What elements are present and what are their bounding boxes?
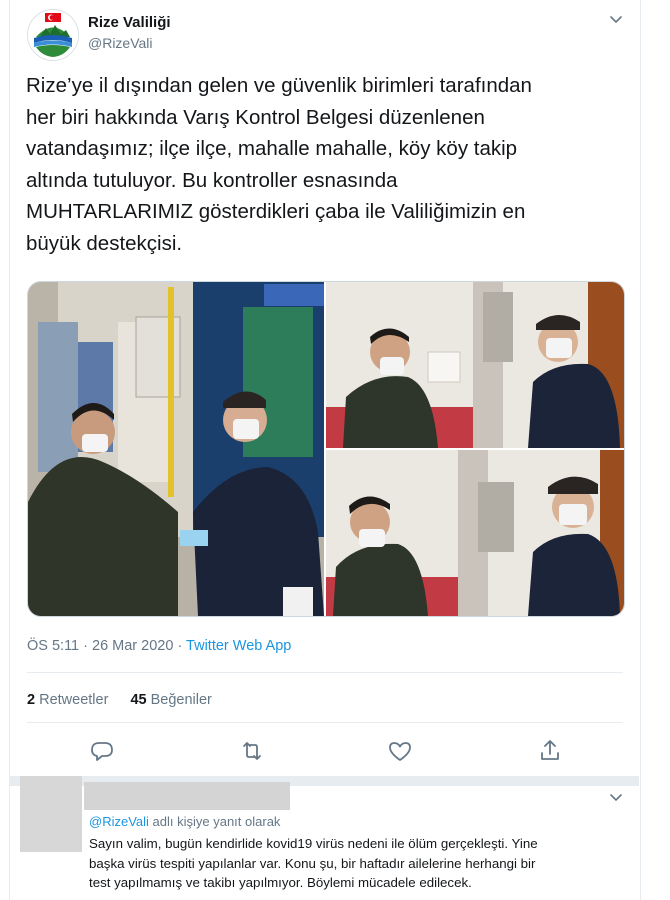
likes-label: Beğeniler xyxy=(150,692,212,708)
likes-count: 45 xyxy=(130,692,147,708)
author-name[interactable]: Rize Valiliği xyxy=(88,14,171,31)
replying-to-suffix: adlı kişiye yanıt olarak xyxy=(148,814,281,829)
retweets-count: 2 xyxy=(27,692,36,708)
tweet-stats: 2 Retweetler 45 Beğeniler xyxy=(27,692,212,708)
reply-text: Sayın valim, bugün kendirlide kovid19 vi… xyxy=(89,836,538,890)
replying-to: @RizeVali adlı kişiye yanıt olarak xyxy=(89,814,280,829)
tweet-source[interactable]: Twitter Web App xyxy=(186,638,291,654)
tweet-meta: ÖS 5:11 · 26 Mar 2020 · Twitter Web App xyxy=(27,638,291,654)
reply-author-redacted xyxy=(84,782,290,810)
tweet-media[interactable] xyxy=(27,281,625,617)
chevron-down-icon[interactable] xyxy=(608,790,624,806)
like-icon[interactable] xyxy=(385,736,415,766)
photo-masked-men-handing-document[interactable] xyxy=(28,282,324,616)
rize-logo-icon xyxy=(28,10,78,60)
photo-masked-men-at-door-closeup[interactable] xyxy=(326,450,624,616)
tweet-timestamp[interactable]: ÖS 5:11 · 26 Mar 2020 · xyxy=(27,638,186,654)
divider xyxy=(27,722,623,723)
divider xyxy=(27,672,623,673)
tweet-text: Rize’ye il dışından gelen ve güvenlik bi… xyxy=(26,74,532,255)
retweets-label: Retweetler xyxy=(39,692,109,708)
replying-to-handle[interactable]: @RizeVali xyxy=(89,814,149,829)
retweets-stat[interactable]: 2 Retweetler xyxy=(27,692,108,708)
retweet-icon[interactable] xyxy=(237,736,267,766)
reply-avatar[interactable] xyxy=(20,776,82,852)
rize-valiligi-avatar[interactable] xyxy=(27,9,79,61)
author-handle[interactable]: @RizeVali xyxy=(88,35,153,51)
share-icon[interactable] xyxy=(535,736,565,766)
likes-stat[interactable]: 45 Beğeniler xyxy=(130,692,211,708)
photo-masked-men-at-door[interactable] xyxy=(326,282,624,448)
reply-icon[interactable] xyxy=(87,736,117,766)
chevron-down-icon[interactable] xyxy=(608,12,624,28)
